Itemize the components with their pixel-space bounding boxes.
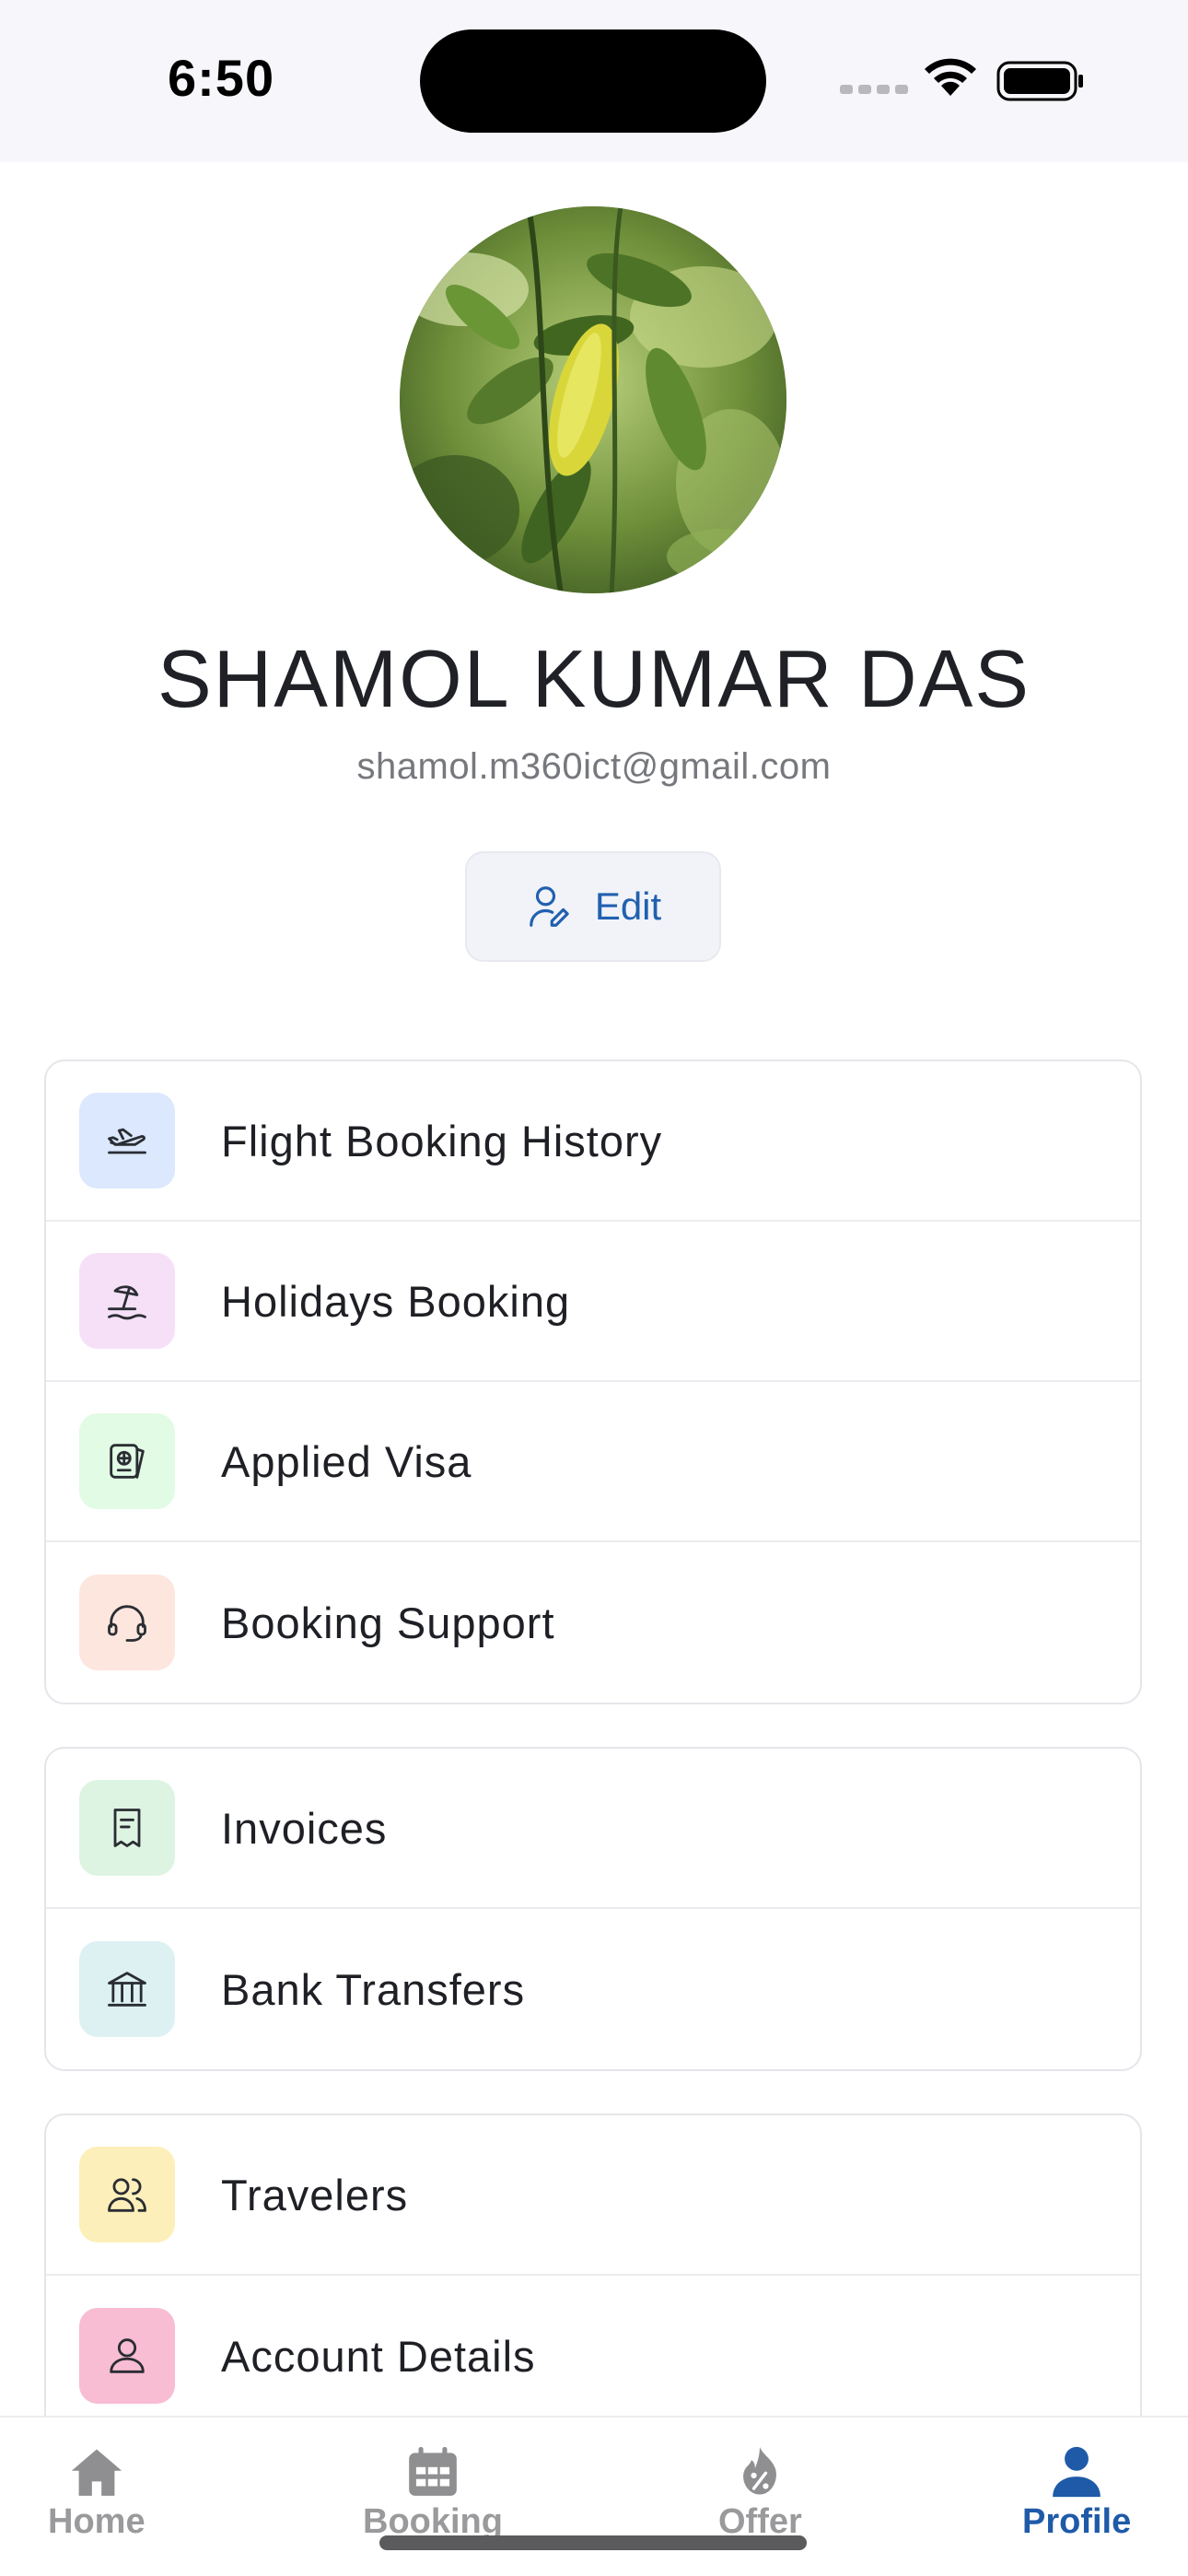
receipt-icon [79,1780,175,1876]
passport-icon [79,1413,175,1509]
beach-umbrella-icon [79,1253,175,1349]
status-bar: 6:50 [0,0,1188,162]
profile-icon [1053,2446,1101,2498]
menu-label: Invoices [221,1803,388,1853]
profile-name: SHAMOL KUMAR DAS [157,633,1031,724]
menu-label: Applied Visa [221,1436,472,1486]
airplane-takeoff-icon [79,1093,175,1188]
home-icon [71,2449,122,2496]
avatar[interactable] [400,206,786,593]
finance-menu-card: Invoices Bank Transfers [44,1747,1142,2071]
edit-profile-button[interactable]: Edit [465,851,721,962]
cellular-signal-icon [840,85,908,94]
calendar-icon [409,2446,457,2496]
menu-item-travelers[interactable]: Travelers [46,2115,1140,2276]
user-edit-icon [529,886,569,927]
menu-label: Flight Booking History [221,1116,663,1165]
dynamic-island [420,29,766,133]
booking-menu-card: Flight Booking History Holidays Booking … [44,1060,1142,1704]
menu-label: Booking Support [221,1598,555,1647]
status-time: 6:50 [168,49,275,107]
menu-label: Bank Transfers [221,1964,526,2014]
user-icon [79,2308,175,2404]
profile-email: shamol.m360ict@gmail.com [356,746,832,787]
nav-offer[interactable]: Offer [718,2445,802,2542]
menu-item-invoices[interactable]: Invoices [46,1749,1140,1909]
menu-item-flight-booking-history[interactable]: Flight Booking History [46,1061,1140,1222]
menu-label: Travelers [221,2170,409,2219]
nav-booking[interactable]: Booking [363,2445,503,2542]
edit-label: Edit [594,884,662,928]
account-menu-card: Travelers Account Details [44,2113,1142,2427]
headset-icon [79,1575,175,1670]
users-icon [79,2147,175,2242]
wifi-icon [925,58,976,96]
menu-item-holidays-booking[interactable]: Holidays Booking [46,1222,1140,1382]
bottom-nav: Home Booking Offer Profile [0,2416,1188,2576]
home-indicator [379,2535,807,2550]
avatar-photo [400,206,786,593]
nav-profile[interactable]: Profile [1022,2445,1131,2542]
bank-icon [79,1941,175,2037]
nav-label: Home [48,2502,146,2541]
nav-home[interactable]: Home [48,2445,146,2542]
menu-label: Account Details [221,2331,536,2381]
menu-label: Holidays Booking [221,1276,571,1326]
menu-item-account-details[interactable]: Account Details [46,2276,1140,2427]
menu-item-bank-transfers[interactable]: Bank Transfers [46,1909,1140,2069]
menu-item-booking-support[interactable]: Booking Support [46,1542,1140,1703]
nav-label: Profile [1022,2502,1132,2541]
menu-item-applied-visa[interactable]: Applied Visa [46,1382,1140,1542]
battery-icon [996,61,1083,101]
discount-flame-icon [743,2446,777,2495]
